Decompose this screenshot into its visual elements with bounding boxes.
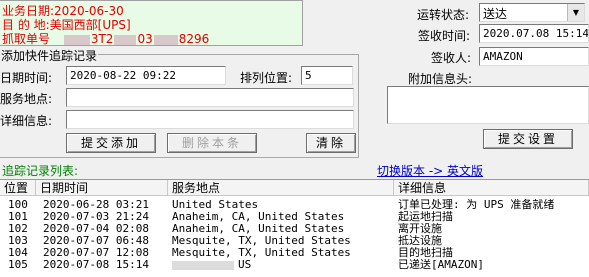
tracking-list-title: 追踪记录列表: [2, 164, 79, 178]
chevron-down-icon[interactable]: ▼ [567, 4, 584, 21]
redacted-block [63, 34, 90, 45]
cell-position: 103 [8, 235, 28, 247]
cell-detail: 起运地扫描 [398, 211, 453, 223]
location-label: 服务地点: [0, 92, 53, 106]
cell-position: 101 [8, 211, 28, 223]
signer-input[interactable]: AMAZON [479, 47, 589, 66]
add-track-title: 添加快件追踪记录 [0, 47, 99, 64]
cell-location: United States [172, 199, 259, 211]
sign-time-input[interactable]: 2020.07.08 15:14 [479, 24, 589, 43]
cell-location: US [172, 259, 251, 271]
cell-position: 102 [8, 223, 28, 235]
submit-settings-button[interactable]: 提交设置 [483, 129, 573, 149]
cell-detail: 订单已处理: 为 UPS 准备就绪 [398, 199, 555, 211]
table-row[interactable]: 100 2020-06-28 03:21 United States 订单已处理… [0, 199, 589, 211]
cell-datetime: 2020-07-07 06:48 [43, 235, 149, 247]
column-header-position[interactable]: 位置 [0, 180, 36, 196]
column-header-location[interactable]: 服务地点 [168, 180, 394, 196]
datetime-label: 日期时间: [0, 71, 53, 85]
cell-datetime: 2020-07-08 15:14 [43, 259, 149, 271]
table-row[interactable]: 101 2020-07-03 21:24 Anaheim, CA, United… [0, 211, 589, 223]
cell-detail: 已递送[AMAZON] [398, 259, 484, 271]
pickup-number-label: 抓取单号 [2, 32, 51, 46]
redacted-block [114, 34, 137, 45]
column-header-detail[interactable]: 详细信息 [394, 180, 589, 196]
cell-detail: 目的地扫描 [398, 247, 453, 259]
table-row[interactable]: 104 2020-07-07 12:08 Mesquite, TX, Unite… [0, 247, 589, 259]
switch-english-link[interactable]: 切换版本 -> 英文版 [377, 162, 483, 179]
table-row[interactable]: 105 2020-07-08 15:14 US 已递送[AMAZON] [0, 259, 589, 271]
pickup-number-part1: 3T2 [90, 32, 114, 46]
cell-detail: 抵达设施 [398, 235, 442, 247]
extra-info-textarea[interactable] [387, 86, 589, 124]
sort-position-input[interactable]: 5 [301, 66, 353, 85]
clear-button[interactable]: 清除 [306, 133, 356, 153]
cell-position: 105 [8, 259, 28, 271]
sign-time-label: 签收时间: [418, 29, 471, 43]
cell-datetime: 2020-07-07 12:08 [43, 247, 149, 259]
sort-position-label: 排列位置: [240, 71, 293, 85]
pickup-number: 抓取单号 3T2 03 8296 [2, 30, 209, 47]
cell-location: Mesquite, TX, United States [172, 235, 351, 247]
transport-status-label: 运转状态: [417, 8, 470, 22]
shipment-info-box: 业务日期:2020-06-30 目 的 地:美国西部[UPS] 抓取单号 3T2… [0, 0, 303, 46]
cell-detail: 离开设施 [398, 223, 442, 235]
redacted-block [172, 260, 234, 270]
cell-position: 100 [8, 199, 28, 211]
submit-add-button[interactable]: 提交添加 [66, 133, 156, 153]
transport-status-value: 送达 [483, 7, 508, 21]
pickup-number-suffix: 8296 [178, 32, 210, 46]
cell-location: Anaheim, CA, United States [172, 223, 345, 235]
transport-status-select[interactable]: 送达 ▼ [479, 3, 585, 22]
table-row[interactable]: 103 2020-07-07 06:48 Mesquite, TX, Unite… [0, 235, 589, 247]
cell-location: Anaheim, CA, United States [172, 211, 345, 223]
detail-input[interactable] [66, 110, 354, 129]
redacted-block [153, 34, 178, 45]
cell-datetime: 2020-07-03 21:24 [43, 211, 149, 223]
delete-record-button[interactable]: 删除本条 [167, 133, 257, 153]
detail-label: 详细信息: [0, 114, 53, 128]
cell-location-text: US [238, 259, 252, 271]
signer-label: 签收人: [431, 51, 472, 65]
column-header-datetime[interactable]: 日期时间 [36, 180, 168, 196]
cell-datetime: 2020-06-28 03:21 [43, 199, 149, 211]
pickup-number-part2: 03 [137, 32, 153, 46]
cell-datetime: 2020-07-04 02:08 [43, 223, 149, 235]
extra-info-label: 附加信息头: [408, 72, 473, 86]
tracking-table[interactable]: 位置 日期时间 服务地点 详细信息 100 2020-06-28 03:21 U… [0, 179, 589, 277]
datetime-input[interactable]: 2020-08-22 09:22 [66, 66, 226, 85]
location-input[interactable] [66, 88, 354, 107]
cell-location: Mesquite, TX, United States [172, 247, 351, 259]
cell-position: 104 [8, 247, 28, 259]
table-row[interactable]: 102 2020-07-04 02:08 Anaheim, CA, United… [0, 223, 589, 235]
